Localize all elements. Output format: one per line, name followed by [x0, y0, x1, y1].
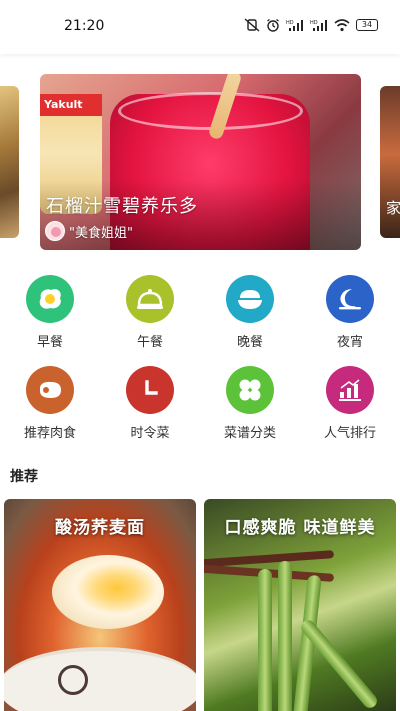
alarm-icon: [266, 18, 280, 32]
clock-icon: [126, 366, 174, 414]
banner-carousel[interactable]: Yakult 石榴汁雪碧养乐多 "美食姐姐" 家: [0, 70, 400, 252]
svg-text:HD: HD: [286, 20, 294, 26]
carousel-card-next[interactable]: 家: [380, 86, 400, 238]
category-label: 晚餐: [236, 335, 263, 350]
mute-vibrate-icon: [244, 18, 260, 32]
food-cloche-icon: [126, 275, 174, 323]
category-lunch[interactable]: 午餐: [110, 275, 190, 350]
category-recommended-meat[interactable]: 推荐肉食: [10, 366, 90, 441]
greens-stalk: [258, 569, 272, 711]
steak-icon: [26, 366, 74, 414]
category-seasonal[interactable]: 时令菜: [110, 366, 190, 441]
recommend-caption: 酸汤荞麦面: [55, 518, 145, 538]
bowl-image: [4, 647, 196, 711]
category-dinner[interactable]: 晚餐: [210, 275, 290, 350]
bottle-label: Yakult: [40, 94, 102, 116]
hd-signal-icon: HD: [310, 19, 328, 32]
battery-icon: 34: [356, 19, 378, 31]
category-label: 推荐肉食: [23, 426, 76, 441]
hd-signal-icon: HD: [286, 19, 304, 32]
category-label: 午餐: [136, 335, 163, 350]
rice-bowl-icon: [226, 275, 274, 323]
category-recipe-types[interactable]: 菜谱分类: [210, 366, 290, 441]
carousel-card-previous[interactable]: [0, 86, 19, 238]
greens-stalk: [278, 561, 292, 711]
carousel-card-current[interactable]: Yakult 石榴汁雪碧养乐多 "美食姐姐": [40, 74, 361, 250]
author-name: "美食姐姐": [69, 225, 133, 241]
fried-egg-image: [52, 555, 164, 629]
category-label: 夜宵: [336, 335, 363, 350]
status-icons: HD HD 34: [244, 18, 378, 32]
status-bar: 21:20 HD HD 34: [0, 0, 400, 54]
bowl-pattern: [58, 665, 88, 695]
status-time: 21:20: [64, 18, 105, 34]
category-popular-ranking[interactable]: 人气排行: [310, 366, 390, 441]
category-label: 早餐: [36, 335, 63, 350]
carousel-next-title: 家: [386, 199, 400, 217]
recommend-card-greens[interactable]: 口感爽脆 味道鲜美: [204, 499, 396, 711]
svg-text:HD: HD: [310, 20, 318, 26]
wifi-icon: [334, 18, 350, 32]
category-breakfast[interactable]: 早餐: [10, 275, 90, 350]
carousel-author[interactable]: "美食姐姐": [45, 221, 133, 241]
fried-egg-icon: [26, 275, 74, 323]
category-label: 时令菜: [130, 426, 170, 441]
recommend-caption: 口感爽脆 味道鲜美: [224, 518, 376, 538]
ranking-chart-icon: [326, 366, 374, 414]
clover-grid-icon: [226, 366, 274, 414]
category-label: 菜谱分类: [223, 426, 276, 441]
recommend-card-noodles[interactable]: 酸汤荞麦面: [4, 499, 196, 711]
section-title-recommend: 推荐: [10, 469, 38, 485]
category-midnight-snack[interactable]: 夜宵: [310, 275, 390, 350]
category-label: 人气排行: [323, 426, 376, 441]
avatar: [45, 221, 65, 241]
moon-icon: [326, 275, 374, 323]
carousel-title: 石榴汁雪碧养乐多: [46, 196, 198, 217]
